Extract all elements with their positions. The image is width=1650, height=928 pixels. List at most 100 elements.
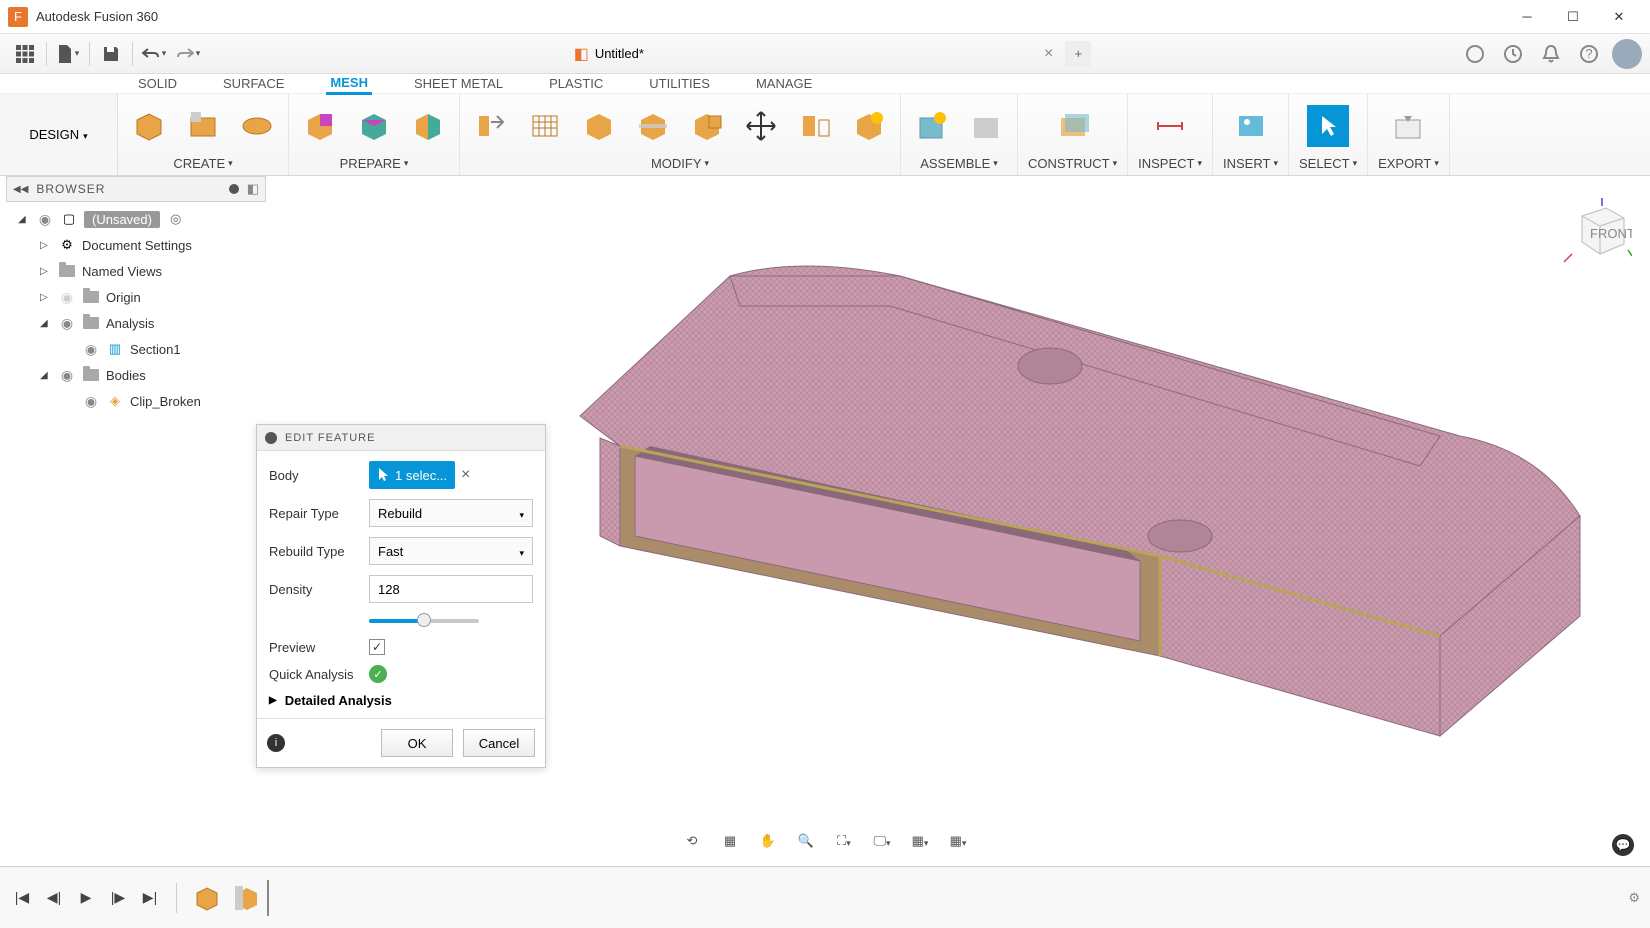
dialog-info-button[interactable]: i [267, 734, 285, 752]
combine-face-groups-button[interactable] [407, 105, 449, 147]
zoom-button[interactable]: 🔍 [793, 828, 819, 854]
tree-origin[interactable]: ▷ ◉ Origin [6, 284, 266, 310]
visibility-toggle[interactable]: ◉ [58, 367, 76, 384]
pan-button[interactable]: ✋ [755, 828, 781, 854]
timeline-feature-insert-mesh[interactable] [191, 882, 223, 914]
insert-mesh-button[interactable] [128, 105, 170, 147]
tree-section1[interactable]: ◉ ▥ Section1 [6, 336, 266, 362]
display-settings-button[interactable]: 🖵 [869, 828, 895, 854]
browser-pin-icon[interactable]: ◧ [247, 181, 259, 197]
file-menu-button[interactable] [51, 37, 85, 71]
extensions-button[interactable] [1460, 39, 1490, 69]
preview-checkbox[interactable]: ✓ [369, 639, 385, 655]
timeline-play-button[interactable]: ▶ [74, 886, 98, 910]
viewport-layouts-button[interactable]: ▦ [945, 828, 971, 854]
maximize-button[interactable]: ☐ [1550, 2, 1596, 32]
feedback-button[interactable]: 💬 [1612, 834, 1634, 856]
new-component-button[interactable] [911, 105, 953, 147]
dialog-collapse-icon[interactable] [265, 432, 277, 444]
help-button[interactable]: ? [1574, 39, 1604, 69]
grid-settings-button[interactable]: ▦ [907, 828, 933, 854]
ribbon-group-construct: CONSTRUCT [1018, 94, 1128, 175]
visibility-toggle[interactable]: ◉ [82, 341, 100, 358]
tab-plastic[interactable]: PLASTIC [545, 74, 607, 93]
body-label: Body [269, 468, 369, 483]
timeline-start-button[interactable]: |◀ [10, 886, 34, 910]
timeline-step-forward-button[interactable]: |▶ [106, 886, 130, 910]
notifications-button[interactable] [1536, 39, 1566, 69]
density-slider[interactable] [369, 613, 479, 627]
tree-bodies[interactable]: ◢ ◉ Bodies [6, 362, 266, 388]
scale-mesh-button[interactable] [794, 105, 836, 147]
create-mesh-section-button[interactable] [236, 105, 278, 147]
generate-face-groups-button[interactable] [353, 105, 395, 147]
fit-button[interactable]: ⛶ [831, 828, 857, 854]
tab-solid[interactable]: SOLID [134, 74, 181, 93]
rebuild-type-select[interactable]: Fast [369, 537, 533, 565]
tree-named-views[interactable]: ▷ Named Views [6, 258, 266, 284]
timeline-settings-button[interactable]: ⚙ [1628, 890, 1640, 906]
reduce-button[interactable] [578, 105, 620, 147]
close-button[interactable]: ✕ [1596, 2, 1642, 32]
tree-root[interactable]: ◢ ◉ ▢ (Unsaved) ◎ [6, 206, 266, 232]
new-tab-button[interactable]: + [1065, 41, 1091, 67]
timeline-feature-repair[interactable] [231, 882, 263, 914]
look-at-button[interactable]: ▦ [717, 828, 743, 854]
tab-sheet-metal[interactable]: SHEET METAL [410, 74, 507, 93]
tab-utilities[interactable]: UTILITIES [645, 74, 714, 93]
browser-settings-icon[interactable] [229, 184, 239, 194]
edit-feature-dialog: EDIT FEATURE Body 1 selec... × Repair Ty… [256, 424, 546, 768]
tree-clip-broken[interactable]: ◉ ◈ Clip_Broken [6, 388, 266, 414]
undo-button[interactable] [137, 37, 171, 71]
detailed-analysis-toggle[interactable]: ▶ Detailed Analysis [269, 693, 533, 708]
repair-type-select[interactable]: Rebuild [369, 499, 533, 527]
orbit-button[interactable]: ⟲ [679, 828, 705, 854]
data-panel-button[interactable] [8, 37, 42, 71]
direct-edit-button[interactable] [470, 105, 512, 147]
view-cube[interactable]: FRONT [1562, 198, 1632, 268]
select-button[interactable] [1307, 105, 1349, 147]
close-tab-button[interactable]: × [1044, 45, 1053, 63]
file-tab[interactable]: ◧ Untitled* × + [562, 34, 1104, 74]
folder-icon [58, 263, 76, 279]
job-status-button[interactable] [1498, 39, 1528, 69]
cancel-button[interactable]: Cancel [463, 729, 535, 757]
timeline-step-back-button[interactable]: ◀| [42, 886, 66, 910]
tree-analysis[interactable]: ◢ ◉ Analysis [6, 310, 266, 336]
minimize-button[interactable]: ─ [1504, 2, 1550, 32]
tab-mesh[interactable]: MESH [326, 73, 372, 95]
remesh-button[interactable] [524, 105, 566, 147]
workspace-selector[interactable]: DESIGN [0, 94, 118, 175]
redo-button[interactable] [171, 37, 205, 71]
density-input[interactable] [369, 575, 533, 603]
timeline-end-button[interactable]: ▶| [138, 886, 162, 910]
joint-button[interactable] [965, 105, 1007, 147]
export-button[interactable] [1387, 105, 1429, 147]
mesh-model[interactable] [540, 216, 1600, 776]
visibility-toggle[interactable]: ◉ [58, 289, 76, 306]
measure-button[interactable] [1149, 105, 1191, 147]
repair-button[interactable] [299, 105, 341, 147]
construct-button[interactable] [1052, 105, 1094, 147]
clear-selection-button[interactable]: × [461, 466, 470, 484]
save-button[interactable] [94, 37, 128, 71]
insert-button[interactable] [1230, 105, 1272, 147]
timeline-marker[interactable] [267, 880, 269, 916]
plane-cut-button[interactable] [632, 105, 674, 147]
tab-surface[interactable]: SURFACE [219, 74, 288, 93]
move-copy-button[interactable] [740, 105, 782, 147]
radio-icon[interactable]: ◎ [170, 211, 181, 227]
visibility-toggle[interactable]: ◉ [36, 211, 54, 228]
tab-manage[interactable]: MANAGE [752, 74, 816, 93]
visibility-toggle[interactable]: ◉ [58, 315, 76, 332]
folder-icon [82, 315, 100, 331]
visibility-toggle[interactable]: ◉ [82, 393, 100, 410]
ok-button[interactable]: OK [381, 729, 453, 757]
shell-button[interactable] [686, 105, 728, 147]
body-selection[interactable]: 1 selec... [369, 461, 455, 489]
convert-mesh-button[interactable] [848, 105, 890, 147]
tree-document-settings[interactable]: ▷ ⚙ Document Settings [6, 232, 266, 258]
user-avatar[interactable] [1612, 39, 1642, 69]
tessellate-button[interactable] [182, 105, 224, 147]
browser-collapse-button[interactable]: ◀◀ [13, 184, 28, 195]
